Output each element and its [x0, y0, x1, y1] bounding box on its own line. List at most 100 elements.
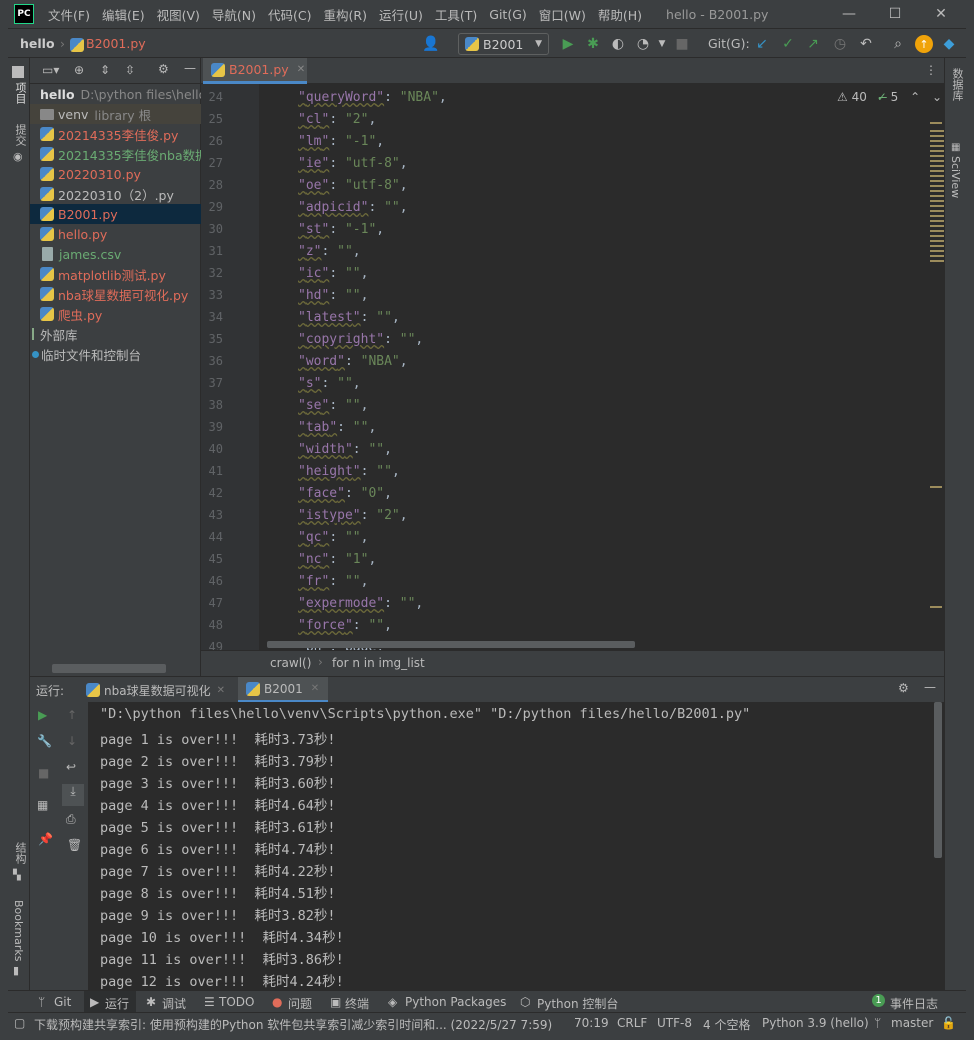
- wrench-icon[interactable]: 🔧: [37, 734, 52, 748]
- run-tab-nba[interactable]: nba球星数据可视化 ✕: [80, 677, 231, 703]
- menu-refactor[interactable]: 重构(R): [318, 5, 373, 24]
- menu-window[interactable]: 窗口(W): [533, 5, 592, 24]
- menu-view[interactable]: 视图(V): [151, 5, 206, 24]
- status-message[interactable]: 下载预构建共享索引: 使用预构建的Python 软件包共享索引减少索引时间和..…: [34, 1016, 564, 1033]
- run-console[interactable]: "D:\python files\hello\venv\Scripts\pyth…: [88, 702, 944, 990]
- caret-position[interactable]: 70:19: [574, 1016, 609, 1030]
- tree-root[interactable]: hello D:\python files\hello: [30, 84, 201, 104]
- run-config-select[interactable]: B2001 ▼: [458, 33, 549, 55]
- tool-python-packages[interactable]: Python Packages: [405, 995, 506, 1009]
- git-update-icon[interactable]: ↙: [753, 35, 771, 53]
- tab-close-icon[interactable]: ✕: [311, 683, 319, 694]
- tree-item-file[interactable]: james.csv: [30, 244, 201, 264]
- jetbrains-icon[interactable]: ◆: [940, 35, 958, 53]
- tree-item-file[interactable]: 20220310（2）.py: [30, 184, 201, 204]
- scroll-to-end-icon[interactable]: ⤓: [62, 784, 84, 806]
- menu-tools[interactable]: 工具(T): [429, 5, 483, 24]
- rerun-icon[interactable]: ▶: [38, 708, 47, 722]
- scroll-down-icon[interactable]: ↓: [67, 734, 77, 748]
- debug-icon[interactable]: ✱: [584, 35, 602, 53]
- menu-help[interactable]: 帮助(H): [592, 5, 648, 24]
- project-view-dropdown-icon[interactable]: ▭▾: [42, 63, 59, 77]
- next-highlight-icon[interactable]: ⌄: [932, 90, 942, 104]
- lock-icon[interactable]: 🔓: [941, 1016, 956, 1030]
- menu-file[interactable]: 文件(F): [42, 5, 96, 24]
- hide-panel-icon[interactable]: —: [184, 61, 196, 75]
- scroll-up-icon[interactable]: ↑: [67, 708, 77, 722]
- tree-item-file[interactable]: 20214335李佳俊.py: [30, 124, 201, 144]
- git-history-icon[interactable]: ◷: [831, 35, 849, 53]
- tab-close-icon[interactable]: ✕: [297, 64, 305, 75]
- update-icon[interactable]: ↑: [915, 35, 933, 53]
- collapse-all-icon[interactable]: ⇳: [125, 63, 135, 77]
- layout-icon[interactable]: ▦: [37, 798, 48, 812]
- stop-icon[interactable]: ■: [38, 766, 49, 780]
- gear-icon[interactable]: ⚙: [898, 681, 909, 695]
- run-icon[interactable]: ▶: [559, 35, 577, 53]
- menu-run[interactable]: 运行(U): [373, 5, 429, 24]
- menu-navigate[interactable]: 导航(N): [206, 5, 262, 24]
- close-icon[interactable]: ✕: [918, 0, 964, 28]
- tool-python-console[interactable]: Python 控制台: [537, 995, 618, 1012]
- tree-item-scratches[interactable]: 临时文件和控制台: [30, 344, 201, 364]
- tool-git[interactable]: Git: [54, 995, 71, 1009]
- tree-item-file-selected[interactable]: B2001.py: [30, 204, 201, 224]
- print-icon[interactable]: ⎙: [66, 812, 76, 827]
- pin-icon[interactable]: 📌: [38, 832, 53, 846]
- coverage-icon[interactable]: ◐: [609, 35, 627, 53]
- toggle-tool-windows-icon[interactable]: ▢: [14, 1016, 25, 1030]
- menu-git[interactable]: Git(G): [483, 7, 533, 22]
- file-encoding[interactable]: UTF-8: [657, 1016, 692, 1030]
- hide-panel-icon[interactable]: —: [924, 680, 936, 694]
- database-tool-tab[interactable]: 数据库: [949, 68, 965, 101]
- project-tool-tab[interactable]: 项目: [12, 82, 28, 104]
- indent-setting[interactable]: 4 个空格: [703, 1016, 750, 1033]
- breadcrumb-loop[interactable]: for n in img_list: [332, 656, 425, 670]
- bookmarks-tool-tab[interactable]: Bookmarks: [12, 900, 25, 961]
- more-tabs-icon[interactable]: ⋮: [925, 63, 937, 77]
- previous-highlight-icon[interactable]: ⌃: [910, 90, 920, 104]
- tool-todo[interactable]: TODO: [219, 995, 254, 1009]
- run-tab-b2001[interactable]: B2001 ✕: [238, 677, 328, 703]
- structure-tool-tab[interactable]: 结构: [12, 842, 28, 864]
- code-editor[interactable]: 24 25 26 27 28 29 30 31 32 33 34 35 36 37 38 39 40 41 42 43…: [201, 84, 944, 650]
- python-interpreter[interactable]: Python 3.9 (hello): [762, 1016, 869, 1030]
- expand-all-icon[interactable]: ⇕: [100, 63, 110, 77]
- minimize-icon[interactable]: —: [826, 0, 872, 28]
- search-icon[interactable]: ⌕: [889, 35, 907, 53]
- gear-icon[interactable]: ⚙: [158, 62, 169, 76]
- line-separator[interactable]: CRLF: [617, 1016, 647, 1030]
- menu-edit[interactable]: 编辑(E): [96, 5, 151, 24]
- git-branch[interactable]: master: [891, 1016, 933, 1030]
- user-icon[interactable]: 👤: [416, 35, 446, 53]
- tab-b2001[interactable]: B2001.py ✕: [203, 58, 307, 84]
- tab-close-icon[interactable]: ✕: [217, 685, 225, 696]
- breadcrumb-project[interactable]: hello: [20, 36, 55, 51]
- rollback-icon[interactable]: ↶: [857, 35, 875, 53]
- commit-tool-tab[interactable]: 提交: [12, 124, 28, 146]
- sciview-tool-tab[interactable]: SciView: [949, 156, 962, 198]
- tree-item-external-libraries[interactable]: 外部库: [30, 324, 201, 344]
- tree-item-file[interactable]: 20214335李佳俊nba数据可: [30, 144, 201, 164]
- maximize-icon[interactable]: ☐: [872, 0, 918, 28]
- menu-code[interactable]: 代码(C): [262, 5, 317, 24]
- tree-item-file[interactable]: 爬虫.py: [30, 304, 201, 324]
- more-run-chevron-icon[interactable]: ▼: [653, 35, 671, 53]
- git-commit-icon[interactable]: ✓: [779, 35, 797, 53]
- locate-icon[interactable]: ⊕: [74, 63, 84, 77]
- inspection-widget[interactable]: ⚠ 40 ✓̶ 5 ⌃ ⌄: [837, 90, 942, 104]
- profile-icon[interactable]: ◔: [634, 35, 652, 53]
- soft-wrap-icon[interactable]: ↩: [66, 760, 76, 774]
- trash-icon[interactable]: 🗑: [67, 838, 82, 852]
- tool-event-log[interactable]: 事件日志: [890, 995, 938, 1012]
- breadcrumb-function[interactable]: crawl(): [270, 656, 311, 670]
- editor-horizontal-scrollbar[interactable]: [267, 641, 635, 648]
- horizontal-scrollbar[interactable]: [52, 664, 166, 673]
- tree-item-file[interactable]: hello.py: [30, 224, 201, 244]
- tree-item-venv[interactable]: venv library 根: [30, 104, 201, 124]
- tool-problems[interactable]: 问题: [288, 995, 312, 1012]
- git-push-icon[interactable]: ↗: [804, 35, 822, 53]
- tool-terminal[interactable]: 终端: [345, 995, 369, 1012]
- console-scrollbar[interactable]: [934, 702, 942, 858]
- tool-run[interactable]: 运行: [105, 995, 129, 1012]
